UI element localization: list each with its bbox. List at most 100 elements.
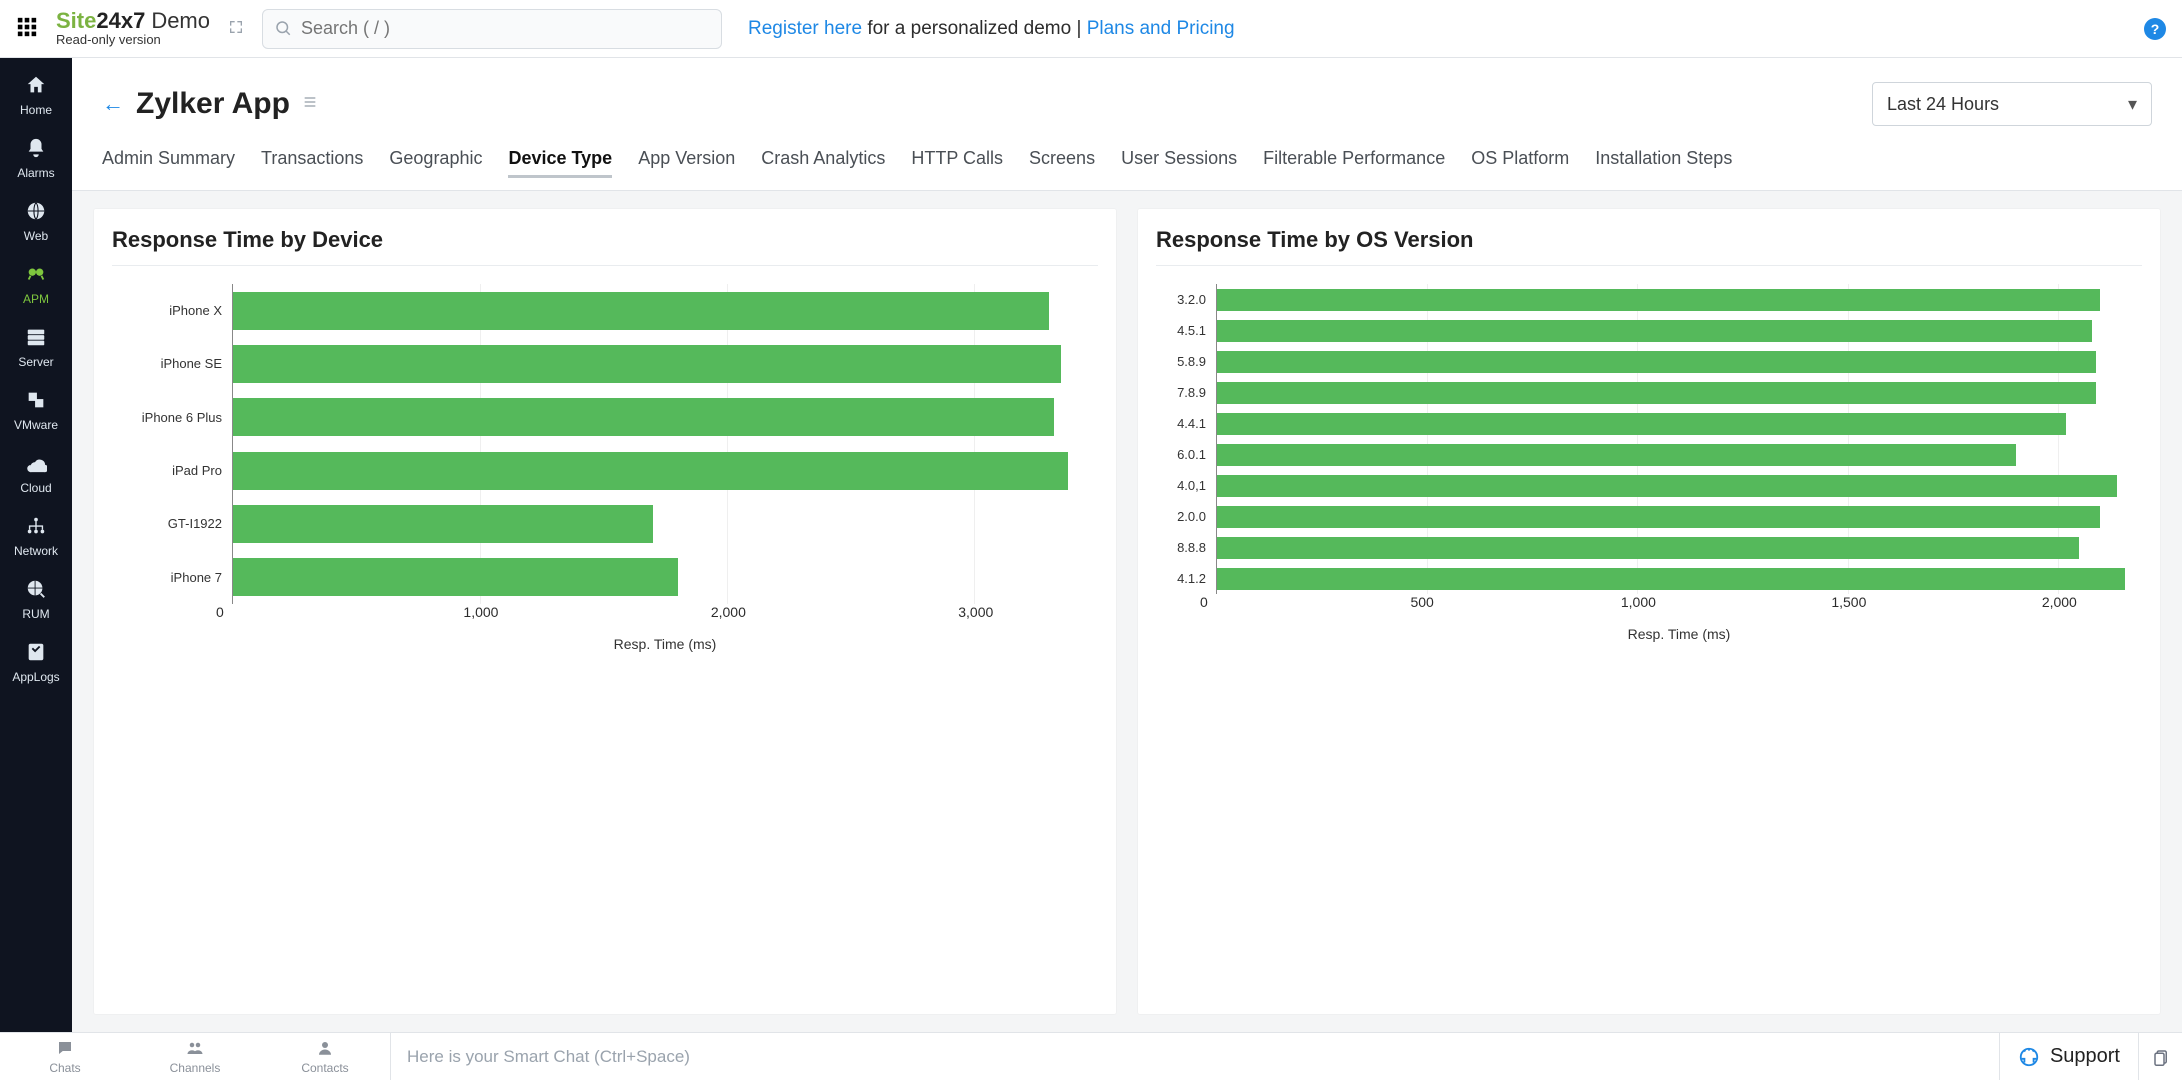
brand-demo: Demo [151, 8, 210, 33]
top-bar: Site24x7Demo Read-only version Register … [0, 0, 2182, 58]
chats-icon [56, 1039, 74, 1060]
back-arrow-icon[interactable]: ← [102, 91, 124, 117]
chart-body: iPhone XiPhone SEiPhone 6 PlusiPad ProGT… [112, 284, 1098, 604]
x-tick-label: 1,000 [463, 604, 498, 620]
x-tick-label: 500 [1410, 594, 1433, 610]
brand-logo: Site24x7Demo [56, 9, 210, 33]
x-tick-label: 0 [1200, 594, 1208, 610]
brand-block: Site24x7Demo Read-only version [56, 9, 210, 47]
web-icon [25, 200, 47, 225]
plans-link[interactable]: Plans and Pricing [1087, 18, 1235, 39]
sidebar-item-cloud[interactable]: Cloud [0, 444, 72, 503]
sidebar-item-home[interactable]: Home [0, 66, 72, 125]
sidebar-item-label: Server [18, 355, 53, 369]
content-area: ← Zylker App Last 24 Hours ▾ Admin Summa… [72, 58, 2182, 1032]
y-tick-label: 5.8.9 [1177, 354, 1206, 369]
help-icon[interactable]: ? [2144, 18, 2166, 40]
bar-slot [233, 501, 1098, 547]
x-tick-label: 1,000 [1621, 594, 1656, 610]
sidebar-item-network[interactable]: Network [0, 507, 72, 566]
sidebar-item-alarms[interactable]: Alarms [0, 129, 72, 188]
bar-slot [1217, 379, 2142, 407]
promo-mid: for a personalized demo | [862, 18, 1087, 39]
page-menu-icon[interactable] [302, 94, 318, 115]
bar[interactable] [233, 398, 1054, 436]
y-tick-label: iPhone SE [161, 356, 222, 371]
x-tick-label: 1,500 [1831, 594, 1866, 610]
bars-container [233, 284, 1098, 604]
bottombar-chats[interactable]: Chats [0, 1039, 130, 1075]
channels-icon [186, 1039, 204, 1060]
bar[interactable] [233, 452, 1068, 490]
y-axis-labels: 3.2.04.5.15.8.97.8.94.4.16.0.14.0,12.0.0… [1156, 284, 1216, 594]
bottombar-channels[interactable]: Channels [130, 1039, 260, 1075]
contacts-icon [316, 1039, 334, 1060]
bar[interactable] [1217, 537, 2079, 559]
bar[interactable] [1217, 289, 2100, 311]
y-tick-label: 4.0,1 [1177, 478, 1206, 493]
tab-device-type[interactable]: Device Type [508, 148, 612, 178]
sidebar-item-label: Alarms [17, 166, 54, 180]
bar[interactable] [1217, 320, 2092, 342]
sidebar-item-label: Network [14, 544, 58, 558]
bar[interactable] [1217, 382, 2096, 404]
bar-slot [1217, 565, 2142, 593]
bottombar-label: Contacts [301, 1061, 348, 1075]
tab-filterable-performance[interactable]: Filterable Performance [1263, 148, 1445, 178]
sidebar-item-rum[interactable]: RUM [0, 570, 72, 629]
bar[interactable] [233, 345, 1061, 383]
sidebar-item-apm[interactable]: APM [0, 255, 72, 314]
bottombar-contacts[interactable]: Contacts [260, 1039, 390, 1075]
timerange-select[interactable]: Last 24 Hours ▾ [1872, 82, 2152, 126]
x-axis: 01,0002,0003,000 [112, 604, 1098, 622]
y-tick-label: iPhone 7 [171, 570, 222, 585]
tab-screens[interactable]: Screens [1029, 148, 1095, 178]
bar-slot [1217, 317, 2142, 345]
tab-user-sessions[interactable]: User Sessions [1121, 148, 1237, 178]
clipboard-icon[interactable] [2138, 1033, 2182, 1080]
sidebar-item-applogs[interactable]: AppLogs [0, 633, 72, 692]
sidebar-item-vmware[interactable]: VMware [0, 381, 72, 440]
tab-installation-steps[interactable]: Installation Steps [1595, 148, 1732, 178]
tab-admin-summary[interactable]: Admin Summary [102, 148, 235, 178]
expand-icon[interactable] [228, 19, 244, 38]
rum-icon [25, 578, 47, 603]
tab-crash-analytics[interactable]: Crash Analytics [761, 148, 885, 178]
support-button[interactable]: Support [1999, 1033, 2138, 1080]
sidebar-item-web[interactable]: Web [0, 192, 72, 251]
x-axis-title-row: Resp. Time (ms) [1156, 612, 2142, 642]
bar[interactable] [233, 558, 678, 596]
bottombar-label: Chats [49, 1061, 80, 1075]
vmware-icon [25, 389, 47, 414]
chart-body: 3.2.04.5.15.8.97.8.94.4.16.0.14.0,12.0.0… [1156, 284, 2142, 594]
register-link[interactable]: Register here [748, 18, 862, 39]
apps-grid-icon[interactable] [16, 16, 38, 41]
smart-chat-input[interactable]: Here is your Smart Chat (Ctrl+Space) [390, 1033, 1999, 1080]
bar[interactable] [233, 505, 653, 543]
sidebar-item-label: RUM [22, 607, 49, 621]
bar[interactable] [233, 292, 1049, 330]
sidebar-item-server[interactable]: Server [0, 318, 72, 377]
tab-app-version[interactable]: App Version [638, 148, 735, 178]
sidebar-item-label: Web [24, 229, 48, 243]
server-icon [25, 326, 47, 351]
tab-transactions[interactable]: Transactions [261, 148, 363, 178]
bar[interactable] [1217, 475, 2117, 497]
page-title: Zylker App [136, 87, 290, 121]
bar[interactable] [1217, 568, 2125, 590]
x-tick-label: 0 [216, 604, 224, 620]
divider [112, 265, 1098, 266]
bar-slot [1217, 472, 2142, 500]
bar[interactable] [1217, 444, 2016, 466]
bar-slot [1217, 410, 2142, 438]
search-input[interactable] [262, 9, 722, 49]
bar[interactable] [1217, 351, 2096, 373]
bar[interactable] [1217, 413, 2066, 435]
sidebar-item-label: APM [23, 292, 49, 306]
tab-os-platform[interactable]: OS Platform [1471, 148, 1569, 178]
bar[interactable] [1217, 506, 2100, 528]
tab-geographic[interactable]: Geographic [389, 148, 482, 178]
tab-http-calls[interactable]: HTTP Calls [911, 148, 1003, 178]
brand-site: Site [56, 8, 96, 33]
brand-247: 24x7 [96, 8, 145, 33]
